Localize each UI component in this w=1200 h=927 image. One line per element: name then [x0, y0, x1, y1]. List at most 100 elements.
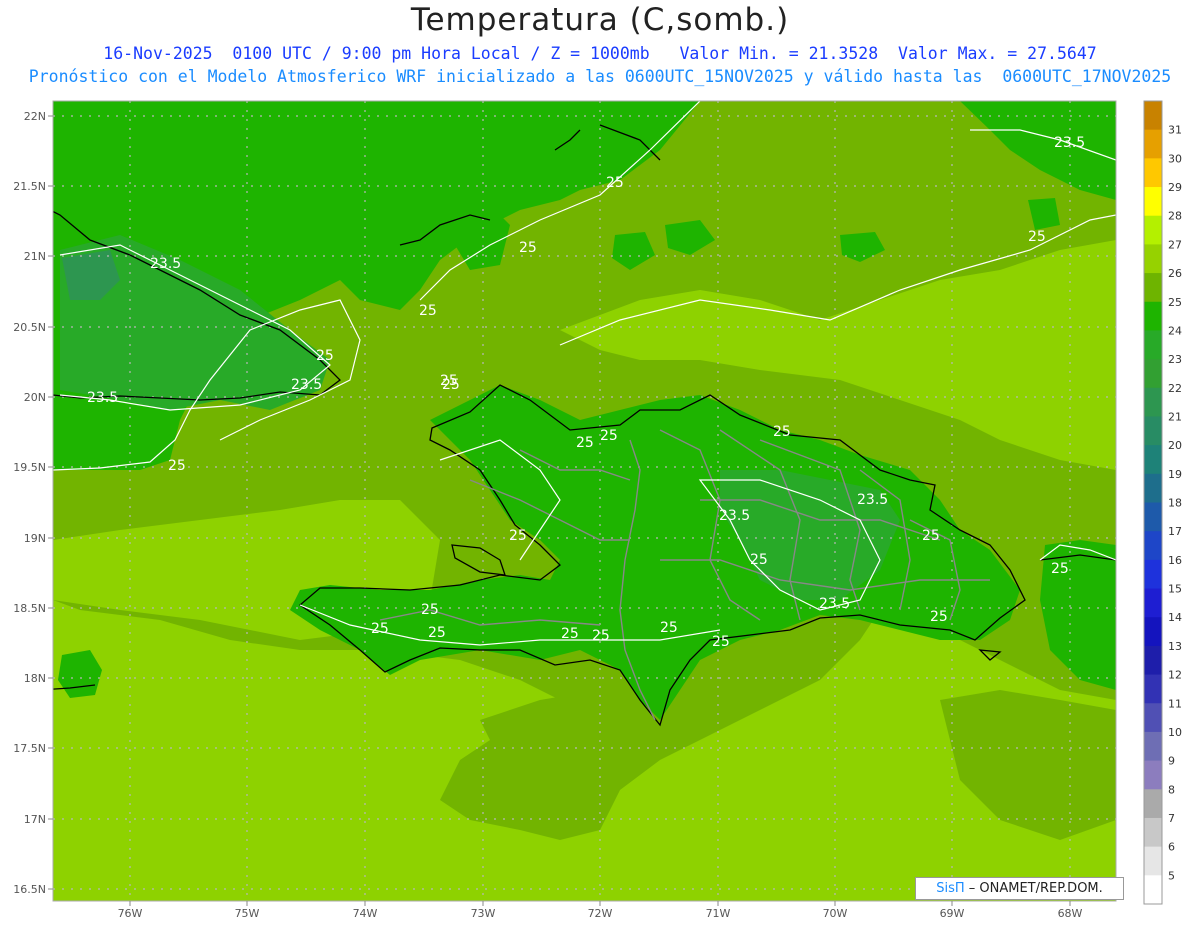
lat-tick-label: 18.5N [13, 602, 46, 615]
temperature-map: 25 23.5 25 25 25 23.5 25 23.5 25 23.5 25… [13, 100, 1182, 920]
lat-tick-label: 21.5N [13, 180, 46, 193]
colorbar-swatch [1144, 416, 1162, 446]
colorbar-label: 15 [1168, 583, 1182, 596]
colorbar-label: 23 [1168, 353, 1182, 366]
contour-label: 25 [371, 621, 389, 637]
colorbar-label: 8 [1168, 783, 1175, 796]
colorbar-label: 13 [1168, 640, 1182, 653]
contour-label: 23.5 [719, 508, 750, 524]
colorbar-label: 10 [1168, 726, 1182, 739]
contour-label: 25 [712, 634, 730, 650]
colorbar-swatch [1144, 731, 1162, 762]
colorbar-label: 12 [1168, 669, 1182, 682]
colorbar-swatch [1144, 531, 1162, 561]
sispi-logo: SisΠ [936, 881, 965, 896]
colorbar-label: 31 [1168, 124, 1182, 137]
colorbar-swatch [1144, 244, 1162, 274]
colorbar-label: 28 [1168, 210, 1182, 223]
lon-tick-label: 74W [353, 907, 378, 920]
contour-label: 25 [1051, 561, 1069, 577]
contour-label: 25 [600, 428, 618, 444]
colorbar-label: 25 [1168, 296, 1182, 309]
colorbar: 31 30 29 28 27 26 25 24 23 22 21 20 19 18 17 16 15 14 13 12… [1143, 100, 1182, 905]
colorbar-swatch [1144, 588, 1162, 618]
lon-tick-label: 75W [235, 907, 260, 920]
colorbar-swatch [1144, 674, 1162, 704]
colorbar-label: 16 [1168, 554, 1182, 567]
contour-label: 25 [519, 240, 537, 256]
lat-tick-label: 22N [24, 110, 46, 123]
contour-label: 23.5 [1054, 135, 1085, 151]
contour-label: 25 [576, 435, 594, 451]
colorbar-label: 27 [1168, 238, 1182, 251]
colorbar-swatch [1144, 789, 1162, 819]
colorbar-swatch [1144, 817, 1162, 848]
colorbar-swatch [1144, 187, 1162, 217]
contour-label: 25 [773, 424, 791, 440]
contour-label: 25 [930, 609, 948, 625]
colorbar-label: 18 [1168, 497, 1182, 510]
contour-label: 25 [592, 628, 610, 644]
colorbar-label: 22 [1168, 382, 1182, 395]
lon-ticks [129, 901, 1071, 906]
colorbar-swatch [1144, 158, 1162, 188]
colorbar-swatch [1144, 559, 1162, 590]
contour-label: 25 [922, 528, 940, 544]
colorbar-swatch [1144, 129, 1162, 159]
lat-ticks [48, 115, 53, 890]
colorbar-swatch [1144, 875, 1162, 905]
colorbar-swatch [1144, 617, 1162, 647]
colorbar-label: 19 [1168, 468, 1182, 481]
colorbar-swatch [1144, 760, 1162, 790]
cuba-west-coast [53, 214, 54, 215]
lon-tick-label: 76W [118, 907, 143, 920]
colorbar-label: 17 [1168, 525, 1182, 538]
lat-tick-label: 20N [24, 391, 46, 404]
colorbar-swatch [1144, 473, 1162, 503]
colorbar-swatch [1144, 330, 1162, 360]
contour-label: 23.5 [819, 596, 850, 612]
colorbar-swatch [1144, 301, 1162, 331]
lon-tick-label: 69W [940, 907, 965, 920]
contour-label: 25 [421, 602, 439, 618]
contour-label: 25 [428, 625, 446, 641]
lon-tick-label: 70W [823, 907, 848, 920]
contour-label: 25 [750, 552, 768, 568]
contour-label: 23.5 [87, 390, 118, 406]
lon-tick-label: 73W [471, 907, 496, 920]
credit-box: SisΠ – ONAMET/REP.DOM. [915, 877, 1124, 900]
colorbar-label: 26 [1168, 267, 1182, 280]
lat-axis: 22N 21.5N 21N 20.5N 20N 19.5N 19N 18.5N … [13, 110, 46, 896]
colorbar-label: 6 [1168, 841, 1175, 854]
lat-tick-label: 20.5N [13, 321, 46, 334]
lon-tick-label: 72W [588, 907, 613, 920]
colorbar-label: 29 [1168, 181, 1182, 194]
contour-label: 25 [419, 303, 437, 319]
lat-tick-label: 17.5N [13, 742, 46, 755]
colorbar-label: 20 [1168, 439, 1182, 452]
colorbar-label: 7 [1168, 812, 1175, 825]
contour-label: 25 [440, 373, 458, 389]
contour-label: 25 [1028, 229, 1046, 245]
colorbar-swatch [1144, 215, 1162, 245]
colorbar-swatch [1144, 703, 1162, 733]
contour-label: 25 [509, 528, 527, 544]
colorbar-label: 14 [1168, 611, 1182, 624]
lon-axis: 76W 75W 74W 73W 72W 71W 70W 69W 68W [118, 907, 1083, 920]
contour-label: 23.5 [291, 377, 322, 393]
colorbar-swatch [1144, 645, 1162, 676]
lon-tick-label: 71W [706, 907, 731, 920]
contour-label: 25 [168, 458, 186, 474]
colorbar-label: 11 [1168, 697, 1182, 710]
lat-tick-label: 19.5N [13, 461, 46, 474]
colorbar-label: 5 [1168, 869, 1175, 882]
colorbar-swatch [1144, 445, 1162, 475]
lat-tick-label: 18N [24, 672, 46, 685]
contour-label: 25 [660, 620, 678, 636]
contour-label: 23.5 [857, 492, 888, 508]
lon-tick-label: 68W [1058, 907, 1083, 920]
contour-label: 23.5 [150, 256, 181, 272]
credit-text: – ONAMET/REP.DOM. [964, 881, 1103, 896]
colorbar-swatch [1144, 101, 1162, 131]
lat-tick-label: 19N [24, 532, 46, 545]
